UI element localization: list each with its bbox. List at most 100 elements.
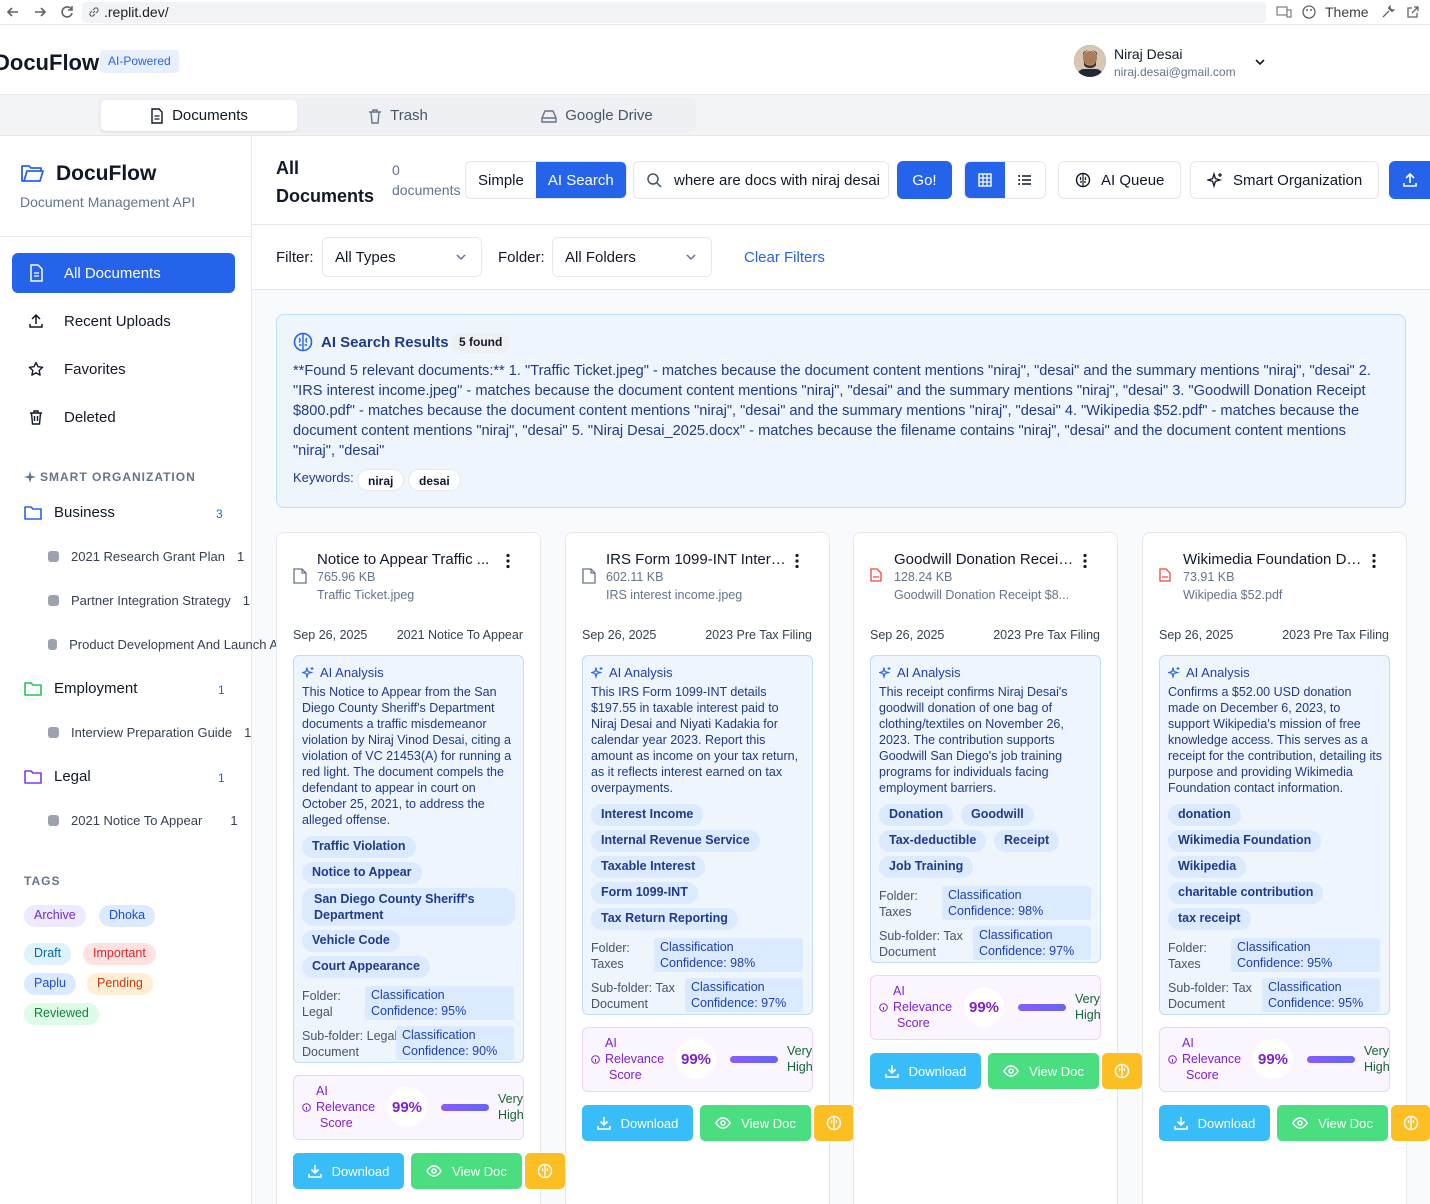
ai-tag-chip[interactable]: charitable contribution [1168, 882, 1324, 904]
ai-tag-chip[interactable]: Interest Income [591, 804, 704, 826]
ai-tag-chip[interactable]: tax receipt [1168, 908, 1251, 930]
card-title[interactable]: IRS Form 1099-INT Intere... [606, 551, 786, 568]
theme-label[interactable]: Theme [1325, 4, 1369, 20]
upload-button[interactable] [1389, 161, 1430, 199]
folder-filter-select[interactable]: All Folders [552, 237, 712, 277]
subfolder-confidence: Classification Confidence: 90% [396, 1026, 514, 1060]
devices-icon[interactable] [1276, 5, 1292, 19]
brain-icon [537, 1163, 553, 1179]
list-view-button[interactable] [1005, 162, 1045, 198]
subfolder-item[interactable]: Partner Integration Strategy 1 [48, 593, 250, 608]
ai-tag-chip[interactable]: Wikimedia Foundation [1168, 830, 1322, 852]
ai-analyze-button[interactable] [1391, 1105, 1430, 1141]
folder-count: 3 [216, 507, 223, 521]
ai-analyze-button[interactable] [814, 1105, 854, 1141]
more-vertical-icon[interactable] [506, 553, 510, 569]
subfolder-label: Sub-folder: Tax Document [1168, 981, 1252, 1011]
tab-trash[interactable]: Trash [300, 100, 496, 131]
info-icon [591, 1055, 600, 1064]
ai-analyze-button[interactable] [525, 1153, 565, 1189]
card-title[interactable]: Notice to Appear Traffic ... [317, 551, 497, 568]
forward-arrow-icon[interactable] [33, 5, 47, 19]
link-icon [88, 6, 100, 18]
card-title[interactable]: Goodwill Donation Receip... [894, 551, 1074, 568]
download-icon [884, 1064, 899, 1078]
subfolder-item[interactable]: 2021 Notice To Appear 1 [48, 813, 238, 828]
download-button[interactable]: Download [1159, 1105, 1270, 1141]
relevance-label: Relevance Score [316, 1100, 376, 1130]
view-doc-button[interactable]: View Doc [700, 1105, 811, 1141]
search-input[interactable]: where are docs with niraj desai [633, 161, 889, 199]
more-vertical-icon[interactable] [1372, 553, 1376, 569]
go-button[interactable]: Go! [897, 161, 952, 199]
palette-icon[interactable] [1302, 5, 1316, 19]
nav-deleted[interactable]: Deleted [12, 397, 235, 437]
tab-documents[interactable]: Documents [101, 100, 297, 131]
keyword-chip[interactable]: desai [408, 469, 461, 491]
subfolder-item[interactable]: 2021 Research Grant Plan 1 [48, 549, 244, 564]
subfolder-item[interactable]: Product Development And Launch A [48, 637, 278, 652]
ai-tag-chip[interactable]: Notice to Appear [302, 862, 422, 884]
more-vertical-icon[interactable] [1083, 553, 1087, 569]
ai-tag-chip[interactable]: Receipt [994, 830, 1060, 852]
wrench-icon[interactable] [1381, 5, 1395, 19]
ai-tag-chip[interactable]: Wikipedia [1168, 856, 1247, 878]
more-vertical-icon[interactable] [795, 553, 799, 569]
tag-archive[interactable]: Archive [24, 905, 86, 927]
tag-important[interactable]: Important [83, 943, 156, 965]
back-arrow-icon[interactable] [6, 5, 20, 19]
ai-tag-chip[interactable]: Goodwill [961, 804, 1034, 826]
ai-tag-chip[interactable]: San Diego County Sheriff's Department [302, 888, 515, 926]
keyword-chip[interactable]: niraj [357, 469, 405, 491]
ai-tag-chip[interactable]: Internal Revenue Service [591, 830, 760, 852]
view-doc-button[interactable]: View Doc [988, 1053, 1099, 1089]
reload-icon[interactable] [60, 5, 74, 19]
tag-dhoka[interactable]: Dhoka [99, 905, 156, 927]
card-title[interactable]: Wikimedia Foundation Do... [1183, 551, 1363, 568]
folder-employment[interactable]: Employment [24, 680, 137, 697]
ai-tag-chip[interactable]: Tax Return Reporting [591, 908, 738, 930]
relevance-level: Very High [1075, 992, 1101, 1022]
ai-queue-button[interactable]: AI Queue [1058, 161, 1182, 199]
tab-google-drive[interactable]: Google Drive [499, 100, 695, 131]
ai-tag-chip[interactable]: Court Appearance [302, 956, 430, 978]
subfolder-confidence: Classification Confidence: 95% [1262, 978, 1380, 1012]
upload-icon [28, 313, 44, 329]
ai-tag-chip[interactable]: Job Training [879, 856, 974, 878]
folder-legal[interactable]: Legal [24, 768, 91, 785]
ai-tag-chip[interactable]: Traffic Violation [302, 836, 416, 858]
ai-tag-chip[interactable]: Form 1099-INT [591, 882, 698, 904]
tag-paplu[interactable]: Paplu [24, 973, 76, 995]
download-button[interactable]: Download [293, 1153, 404, 1189]
ai-tag-chip[interactable]: donation [1168, 804, 1241, 826]
simple-search-button[interactable]: Simple [466, 162, 536, 198]
chevron-down-icon[interactable] [1254, 56, 1266, 68]
smart-organization-button[interactable]: Smart Organization [1190, 161, 1380, 199]
nav-all-documents[interactable]: All Documents [12, 253, 235, 293]
download-button[interactable]: Download [582, 1105, 693, 1141]
subfolder-item[interactable]: Interview Preparation Guide 1 [48, 725, 251, 740]
ai-tag-chip[interactable]: Taxable Interest [591, 856, 706, 878]
clear-filters-link[interactable]: Clear Filters [744, 249, 825, 266]
view-doc-button[interactable]: View Doc [411, 1153, 522, 1189]
grid-view-button[interactable] [965, 162, 1005, 198]
address-bar[interactable]: .replit.dev/ [82, 2, 1266, 23]
view-doc-button[interactable]: View Doc [1277, 1105, 1388, 1141]
download-button[interactable]: Download [870, 1053, 981, 1089]
nav-favorites[interactable]: Favorites [12, 349, 235, 389]
ai-tag-chip[interactable]: Vehicle Code [302, 930, 400, 952]
avatar[interactable] [1074, 45, 1106, 77]
ai-search-button[interactable]: AI Search [535, 162, 626, 198]
pdf-file-icon [1159, 568, 1171, 582]
open-new-tab-icon[interactable] [1406, 5, 1420, 19]
nav-recent-uploads[interactable]: Recent Uploads [12, 301, 235, 341]
folder-business[interactable]: Business [24, 504, 115, 521]
ai-tag-chip[interactable]: Tax-deductible [879, 830, 987, 852]
tag-reviewed[interactable]: Reviewed [24, 1003, 99, 1025]
tag-draft[interactable]: Draft [24, 943, 72, 965]
ai-analyze-button[interactable] [1102, 1053, 1142, 1089]
relevance-percent: 99% [1253, 1039, 1293, 1079]
ai-tag-chip[interactable]: Donation [879, 804, 954, 826]
type-filter-select[interactable]: All Types [322, 237, 482, 277]
tag-pending[interactable]: Pending [87, 973, 153, 995]
